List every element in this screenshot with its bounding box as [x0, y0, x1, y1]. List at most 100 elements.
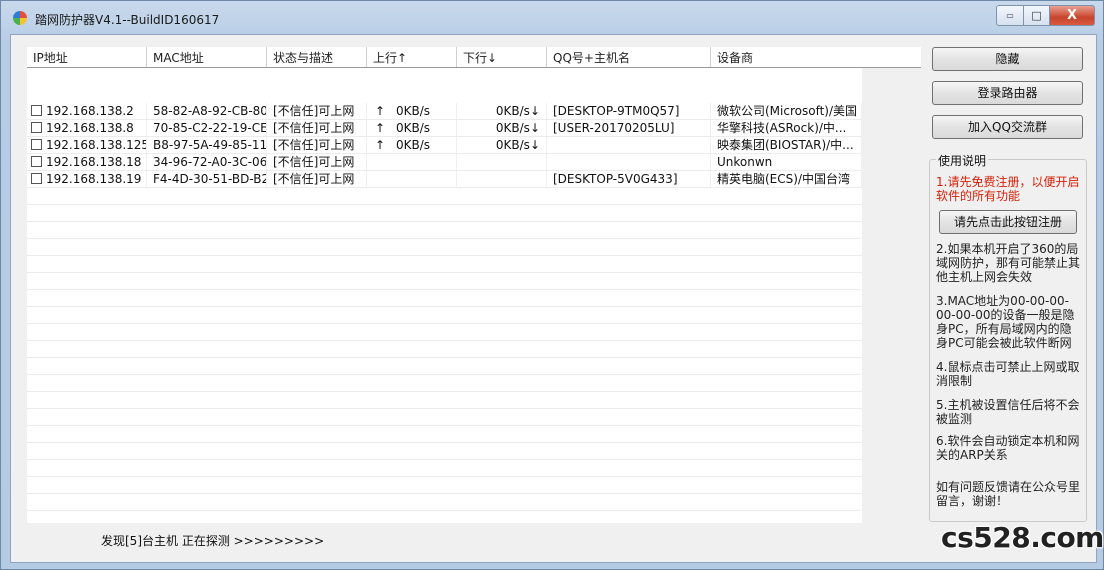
- note-hidden-pc: 3.MAC地址为00-00-00-00-00-00的设备一般是隐身PC，所有局域…: [936, 294, 1075, 350]
- minimize-button[interactable]: ▭: [996, 5, 1024, 26]
- column-header-upload[interactable]: 上行↑: [367, 47, 457, 67]
- join-qq-group-button[interactable]: 加入QQ交流群: [932, 115, 1083, 139]
- upload-arrow-icon: ↑: [375, 104, 386, 118]
- status-cell: [不信任]可上网: [267, 103, 367, 119]
- maximize-icon: □: [1031, 9, 1042, 22]
- note-click-block: 4.鼠标点击可禁止上网或取消限制: [936, 360, 1080, 388]
- host-cell: [DESKTOP-5V0G433]: [547, 171, 711, 187]
- column-header-ip[interactable]: IP地址: [27, 47, 147, 67]
- empty-row: [27, 494, 862, 511]
- column-header-download[interactable]: 下行↓: [457, 47, 547, 67]
- vendor-cell: 微软公司(Microsoft)/美国: [711, 103, 862, 119]
- download-cell: [457, 154, 547, 170]
- empty-row: [27, 443, 862, 460]
- ip-cell[interactable]: 192.168.138.125: [27, 137, 147, 153]
- table-row[interactable]: 192.168.138.125 B8-97-5A-49-85-11 [不信任]可…: [27, 137, 862, 154]
- empty-row: [27, 409, 862, 426]
- vendor-cell: 精英电脑(ECS)/中国台湾: [711, 171, 862, 187]
- ip-cell[interactable]: 192.168.138.8: [27, 120, 147, 136]
- app-window: 踏网防护器V4.1--BuildID160617 ▭ □ X IP地址 MAC地…: [0, 0, 1104, 570]
- block-checkbox[interactable]: [31, 105, 42, 116]
- ip-text: 192.168.138.18: [46, 155, 142, 169]
- download-speed: 0KB/s↓: [495, 104, 540, 118]
- scan-status: 发现[5]台主机 正在探测 >>>>>>>>>: [101, 534, 325, 548]
- upload-cell: [367, 154, 457, 170]
- empty-row: [27, 477, 862, 494]
- mac-cell: 34-96-72-A0-3C-06: [147, 154, 267, 170]
- status-cell: [不信任]可上网: [267, 120, 367, 136]
- ip-text: 192.168.138.125: [46, 138, 147, 152]
- mac-cell: F4-4D-30-51-BD-B2: [147, 171, 267, 187]
- hide-button[interactable]: 隐藏: [932, 47, 1083, 71]
- column-header-status[interactable]: 状态与描述: [267, 47, 367, 67]
- block-checkbox[interactable]: [31, 139, 42, 150]
- empty-row: [27, 392, 862, 409]
- instructions-title: 使用说明: [936, 152, 989, 169]
- upload-arrow-icon: ↑: [375, 138, 386, 152]
- column-header-vendor[interactable]: 设备商: [711, 47, 921, 67]
- empty-row: [27, 426, 862, 443]
- ip-text: 192.168.138.2: [46, 104, 134, 118]
- maximize-button[interactable]: □: [1024, 5, 1050, 26]
- note-360-protection: 2.如果本机开启了360的局域网防护，那有可能禁止其他主机上网会失效: [936, 242, 1081, 284]
- column-header-mac[interactable]: MAC地址: [147, 47, 267, 67]
- upload-cell: ↑ 0KB/s: [367, 103, 457, 119]
- close-icon: X: [1066, 8, 1078, 23]
- empty-row: [27, 222, 862, 239]
- login-router-button[interactable]: 登录路由器: [932, 81, 1083, 105]
- close-button[interactable]: X: [1050, 5, 1095, 26]
- instructions-panel: 使用说明 1.请先免费注册，以便开启软件的所有功能 请先点击此按钮注册 2.如果…: [929, 152, 1087, 522]
- empty-row: [27, 256, 862, 273]
- table-row[interactable]: 192.168.138.2 58-82-A8-92-CB-80 [不信任]可上网…: [27, 103, 862, 120]
- mac-cell: 58-82-A8-92-CB-80: [147, 103, 267, 119]
- empty-row: [27, 460, 862, 477]
- upload-speed: 0KB/s: [396, 121, 431, 135]
- host-list[interactable]: IP地址 MAC地址 状态与描述 上行↑ 下行↓ QQ号+主机名 设备商 192…: [27, 47, 921, 523]
- table-rows: 192.168.138.2 58-82-A8-92-CB-80 [不信任]可上网…: [27, 103, 862, 511]
- app-logo-icon: [13, 11, 27, 25]
- empty-row: [27, 358, 862, 375]
- table-row[interactable]: 192.168.138.8 70-85-C2-22-19-CE [不信任]可上网…: [27, 120, 862, 137]
- title-bar[interactable]: 踏网防护器V4.1--BuildID160617 ▭ □ X: [1, 1, 1103, 35]
- status-cell: [不信任]可上网: [267, 137, 367, 153]
- empty-row: [27, 290, 862, 307]
- vendor-cell: Unkonwn: [711, 154, 862, 170]
- window-controls: ▭ □ X: [996, 5, 1095, 26]
- list-header: IP地址 MAC地址 状态与描述 上行↑ 下行↓ QQ号+主机名 设备商: [27, 47, 921, 68]
- empty-row: [27, 273, 862, 290]
- host-cell: [USER-20170205LU]: [547, 120, 711, 136]
- upload-speed: 0KB/s: [396, 138, 431, 152]
- note-feedback: 如有问题反馈请在公众号里留言，谢谢！: [936, 480, 1081, 508]
- empty-row: [27, 375, 862, 392]
- upload-speed: 0KB/s: [396, 104, 431, 118]
- block-checkbox[interactable]: [31, 173, 42, 184]
- empty-row: [27, 307, 862, 324]
- vendor-cell: 华擎科技(ASRock)/中...: [711, 120, 862, 136]
- upload-cell: ↑ 0KB/s: [367, 120, 457, 136]
- host-cell: [DESKTOP-9TM0Q57]: [547, 103, 711, 119]
- ip-cell[interactable]: 192.168.138.19: [27, 171, 147, 187]
- empty-row: [27, 188, 862, 205]
- client-area: IP地址 MAC地址 状态与描述 上行↑ 下行↓ QQ号+主机名 设备商 192…: [10, 34, 1097, 563]
- host-cell: [547, 154, 711, 170]
- upload-cell: ↑ 0KB/s: [367, 137, 457, 153]
- empty-row: [27, 239, 862, 256]
- download-speed: 0KB/s↓: [495, 121, 540, 135]
- register-button[interactable]: 请先点击此按钮注册: [939, 210, 1077, 234]
- ip-cell[interactable]: 192.168.138.2: [27, 103, 147, 119]
- status-cell: [不信任]可上网: [267, 171, 367, 187]
- block-checkbox[interactable]: [31, 156, 42, 167]
- minimize-icon: ▭: [1006, 11, 1014, 20]
- ip-cell[interactable]: 192.168.138.18: [27, 154, 147, 170]
- ip-text: 192.168.138.19: [46, 172, 142, 186]
- download-cell: 0KB/s↓: [457, 103, 547, 119]
- table-row[interactable]: 192.168.138.19 F4-4D-30-51-BD-B2 [不信任]可上…: [27, 171, 862, 188]
- column-header-host[interactable]: QQ号+主机名: [547, 47, 711, 67]
- empty-row: [27, 324, 862, 341]
- download-speed: 0KB/s↓: [495, 138, 540, 152]
- register-note: 1.请先免费注册，以便开启软件的所有功能: [936, 175, 1080, 203]
- download-cell: 0KB/s↓: [457, 137, 547, 153]
- table-row[interactable]: 192.168.138.18 34-96-72-A0-3C-06 [不信任]可上…: [27, 154, 862, 171]
- block-checkbox[interactable]: [31, 122, 42, 133]
- mac-cell: B8-97-5A-49-85-11: [147, 137, 267, 153]
